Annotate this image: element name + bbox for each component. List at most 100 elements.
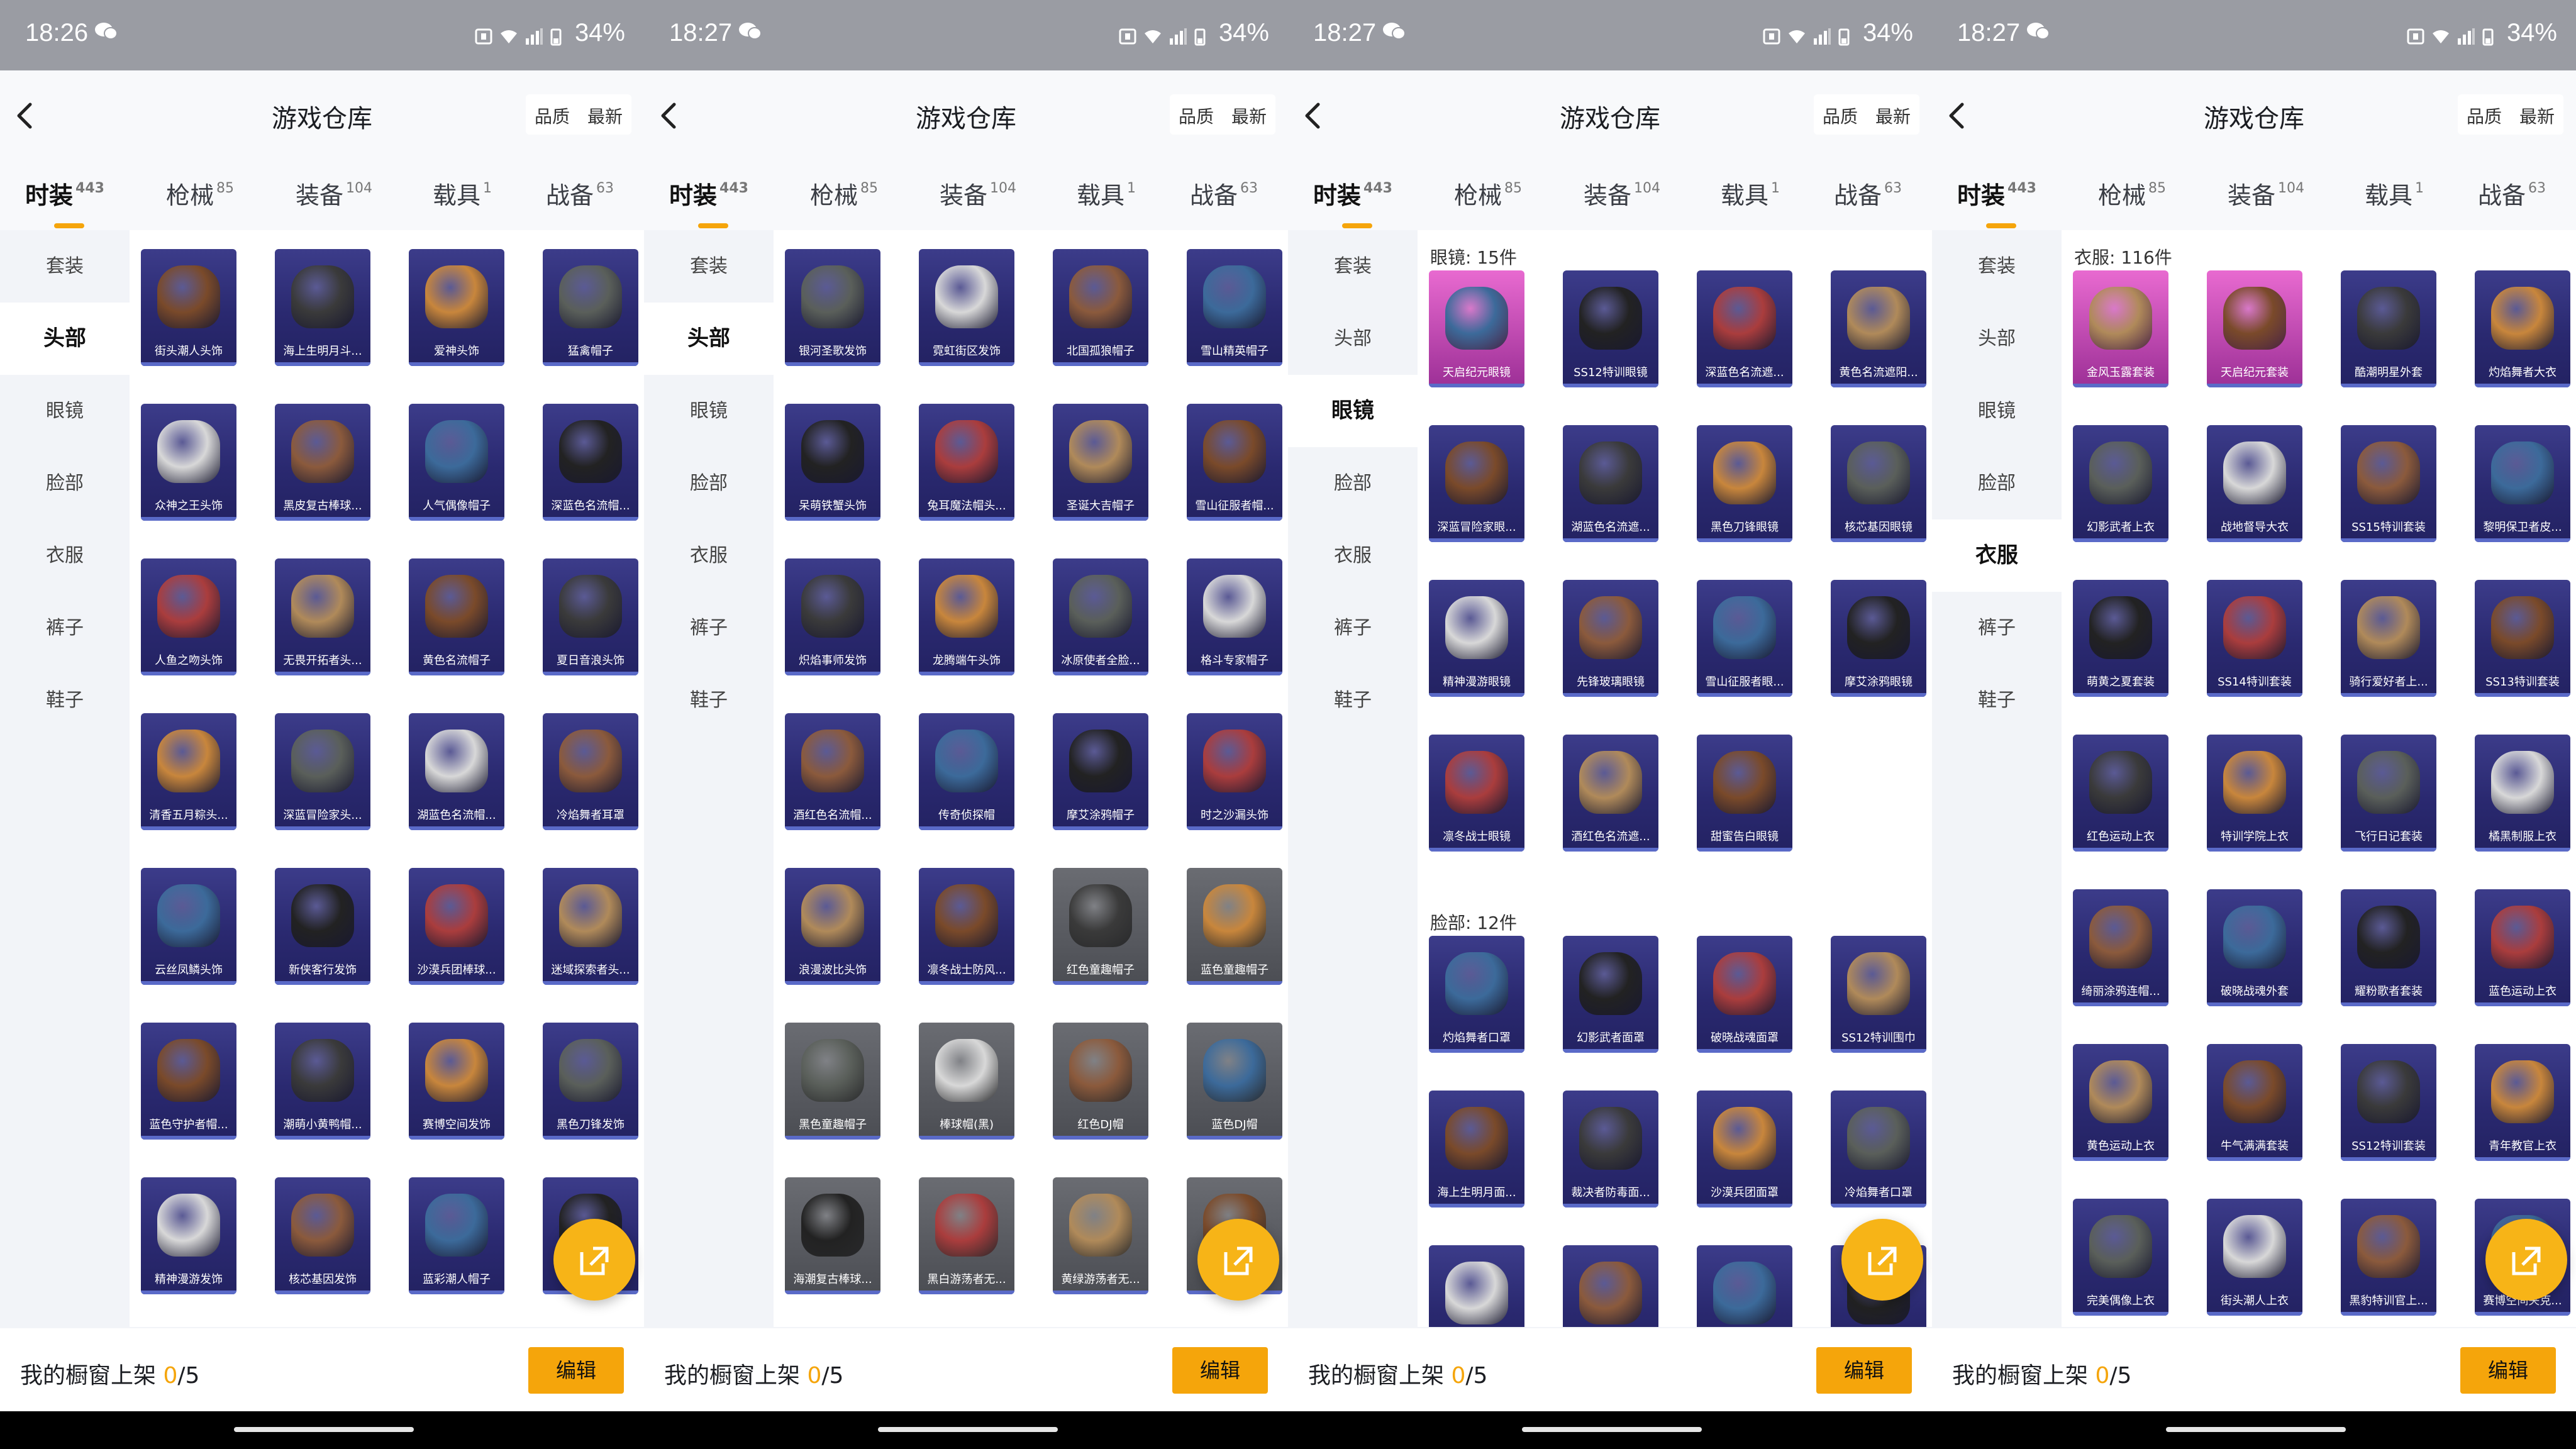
- tab-4[interactable]: 战备 63: [1834, 176, 1902, 211]
- sidebar-item[interactable]: 鞋子: [1932, 664, 2062, 736]
- tab-1[interactable]: 枪械 85: [2098, 176, 2166, 211]
- item-card[interactable]: 特训学院上衣: [2207, 735, 2302, 852]
- item-card[interactable]: 潮萌小黄鸭帽...: [275, 1023, 370, 1140]
- item-card[interactable]: 蓝色运动上衣: [2475, 889, 2570, 1006]
- item-card[interactable]: 夏日音浪头饰: [543, 558, 638, 675]
- item-card[interactable]: 核芯基因眼镜: [1831, 425, 1926, 542]
- tab-2[interactable]: 装备 104: [940, 176, 1016, 211]
- item-card[interactable]: 青年教官上衣: [2475, 1044, 2570, 1161]
- home-indicator[interactable]: [2166, 1427, 2346, 1432]
- sidebar-item[interactable]: 套装: [1288, 230, 1418, 303]
- sidebar-item[interactable]: 脸部: [1932, 447, 2062, 519]
- tab-4[interactable]: 战备 63: [1190, 176, 1258, 211]
- item-card[interactable]: 精神漫游发饰: [141, 1177, 236, 1294]
- item-card[interactable]: 核芯基因发饰: [275, 1177, 370, 1294]
- item-card[interactable]: 兔耳魔法帽头...: [919, 404, 1014, 521]
- tab-3[interactable]: 载具 1: [2365, 176, 2424, 211]
- item-card[interactable]: 骑行爱好者上...: [2341, 580, 2436, 697]
- edit-button[interactable]: 编辑: [2460, 1347, 2556, 1394]
- item-card[interactable]: 甜蜜告白眼镜: [1697, 735, 1792, 852]
- item-card[interactable]: 时之沙漏头饰: [1187, 713, 1282, 830]
- tab-0[interactable]: 时装 443: [25, 176, 104, 228]
- sidebar-item[interactable]: 鞋子: [644, 664, 774, 736]
- item-card[interactable]: 深蓝冒险家眼...: [1429, 425, 1524, 542]
- item-card[interactable]: 猛禽帽子: [543, 249, 638, 366]
- item-card[interactable]: 街头潮人头饰: [141, 249, 236, 366]
- tab-1[interactable]: 枪械 85: [166, 176, 234, 211]
- item-card[interactable]: 沙漠兵团棒球...: [409, 868, 504, 985]
- sort-latest-button[interactable]: 最新: [2511, 94, 2563, 135]
- tab-4[interactable]: 战备 63: [546, 176, 614, 211]
- item-card[interactable]: 海上生明月斗...: [275, 249, 370, 366]
- item-card[interactable]: 战地督导大衣: [2207, 425, 2302, 542]
- item-card[interactable]: 黑皮复古棒球...: [275, 404, 370, 521]
- item-card[interactable]: 黑豹特训官上...: [2341, 1199, 2436, 1316]
- tab-1[interactable]: 枪械 85: [810, 176, 878, 211]
- item-card[interactable]: 先锋玻璃眼镜: [1563, 580, 1658, 697]
- item-card[interactable]: 灼焰舞者大衣: [2475, 270, 2570, 387]
- item-card[interactable]: 飞行日记套装: [2341, 735, 2436, 852]
- item-card[interactable]: 深蓝色名流帽...: [543, 404, 638, 521]
- sidebar-item[interactable]: 裤子: [644, 592, 774, 664]
- item-card[interactable]: 赛博空间发饰: [409, 1023, 504, 1140]
- item-card[interactable]: 海上生明月面...: [1429, 1091, 1524, 1208]
- item-card[interactable]: 炽焰事师发饰: [785, 558, 880, 675]
- item-card[interactable]: 萌黄之夏套装: [2073, 580, 2168, 697]
- item-card[interactable]: 黄色名流遮阳...: [1831, 270, 1926, 387]
- sidebar-item[interactable]: 套装: [1932, 230, 2062, 303]
- item-card[interactable]: 湖蓝色名流帽...: [409, 713, 504, 830]
- item-card[interactable]: 摩艾涂鸦帽子: [1053, 713, 1148, 830]
- item-card[interactable]: 街头潮人上衣: [2207, 1199, 2302, 1316]
- item-card[interactable]: 酒红色名流帽...: [785, 713, 880, 830]
- sidebar-item[interactable]: 裤子: [0, 592, 130, 664]
- item-card[interactable]: 凛冬战士防风...: [919, 868, 1014, 985]
- item-card[interactable]: 黄色名流帽子: [409, 558, 504, 675]
- item-card[interactable]: 灼焰舞者口罩: [1429, 936, 1524, 1053]
- item-card[interactable]: 霓虹街区发饰: [919, 249, 1014, 366]
- tab-2[interactable]: 装备 104: [2228, 176, 2304, 211]
- sidebar-item[interactable]: 眼镜: [1288, 375, 1418, 447]
- item-card[interactable]: 海潮复古棒球...: [785, 1177, 880, 1294]
- sort-quality-button[interactable]: 品质: [1814, 94, 1867, 135]
- item-card[interactable]: 天启纪元套装: [2207, 270, 2302, 387]
- item-card[interactable]: SS15特训套装: [2341, 425, 2436, 542]
- home-indicator[interactable]: [234, 1427, 414, 1432]
- item-card[interactable]: 黑色童趣帽子: [785, 1023, 880, 1140]
- tab-4[interactable]: 战备 63: [2478, 176, 2546, 211]
- item-card[interactable]: 完美偶像上衣: [2073, 1199, 2168, 1316]
- edit-button[interactable]: 编辑: [528, 1347, 624, 1394]
- item-card[interactable]: 冷焰舞者耳罩: [543, 713, 638, 830]
- edit-button[interactable]: 编辑: [1172, 1347, 1268, 1394]
- item-card[interactable]: 黑色刀锋眼镜: [1697, 425, 1792, 542]
- sort-quality-button[interactable]: 品质: [2458, 94, 2511, 135]
- sidebar-item[interactable]: 衣服: [1288, 519, 1418, 592]
- item-card[interactable]: 深蓝冒险家头...: [275, 713, 370, 830]
- sidebar-item[interactable]: 脸部: [1288, 447, 1418, 519]
- item-card[interactable]: 迷域探索者头...: [543, 868, 638, 985]
- item-card[interactable]: 黑色刀锋发饰: [543, 1023, 638, 1140]
- item-card[interactable]: 沙漠兵团面罩: [1697, 1091, 1792, 1208]
- edit-button[interactable]: 编辑: [1816, 1347, 1912, 1394]
- sidebar-item[interactable]: 头部: [644, 303, 774, 375]
- item-card[interactable]: 圣诞大吉帽子: [1053, 404, 1148, 521]
- item-card[interactable]: 酷潮明星外套: [2341, 270, 2436, 387]
- item-card[interactable]: SS12特训套装: [2341, 1044, 2436, 1161]
- item-card[interactable]: 人鱼之吻头饰: [141, 558, 236, 675]
- item-card[interactable]: 深蓝色名流遮...: [1697, 270, 1792, 387]
- item-card[interactable]: 黑白游荡者无...: [919, 1177, 1014, 1294]
- item-card[interactable]: 裁决者防毒面...: [1563, 1091, 1658, 1208]
- sidebar-item[interactable]: 套装: [0, 230, 130, 303]
- item-card[interactable]: 黎明保卫者皮...: [2475, 425, 2570, 542]
- item-card[interactable]: 冰原使者全脸...: [1053, 558, 1148, 675]
- item-card[interactable]: 无畏开拓者头...: [275, 558, 370, 675]
- tab-2[interactable]: 装备 104: [1584, 176, 1660, 211]
- item-card[interactable]: 精神漫游眼镜: [1429, 580, 1524, 697]
- item-card[interactable]: 湖蓝色名流遮...: [1563, 425, 1658, 542]
- item-card[interactable]: 牛气满满套装: [2207, 1044, 2302, 1161]
- sort-latest-button[interactable]: 最新: [1223, 94, 1275, 135]
- share-fab-button[interactable]: [1197, 1219, 1279, 1301]
- item-card[interactable]: 爱神头饰: [409, 249, 504, 366]
- sidebar-item[interactable]: 裤子: [1288, 592, 1418, 664]
- share-fab-button[interactable]: [553, 1219, 635, 1301]
- item-card[interactable]: 棒球帽(黑): [919, 1023, 1014, 1140]
